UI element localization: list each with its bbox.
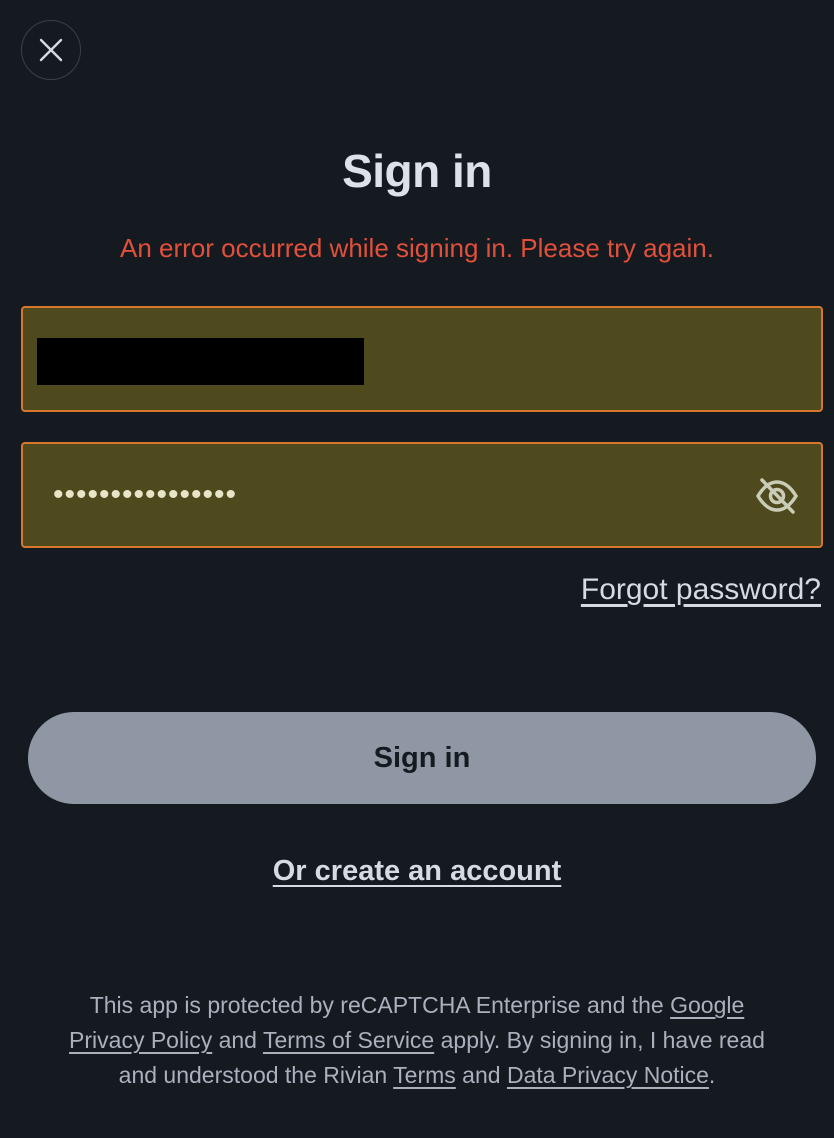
create-account-row: Or create an account	[0, 855, 834, 888]
terms-of-service-link[interactable]: Terms of Service	[263, 1027, 434, 1053]
data-privacy-notice-link[interactable]: Data Privacy Notice	[507, 1062, 709, 1088]
legal-text: .	[708, 1062, 716, 1088]
legal-text: and	[455, 1062, 507, 1088]
page-title: Sign in	[342, 145, 492, 197]
sign-in-button[interactable]: Sign in	[28, 712, 816, 804]
eye-off-icon[interactable]	[755, 476, 799, 516]
close-icon	[39, 38, 63, 62]
close-button[interactable]	[21, 20, 81, 80]
legal-notice: This app is protected by reCAPTCHA Enter…	[60, 988, 774, 1093]
password-field[interactable]: ••••••••••••••••	[21, 442, 823, 548]
error-message: An error occurred while signing in. Plea…	[120, 233, 714, 263]
create-account-link[interactable]: Or create an account	[273, 855, 562, 887]
legal-text: This app is protected by reCAPTCHA Enter…	[89, 992, 671, 1018]
privacy-policy-link[interactable]: Privacy Policy	[69, 1027, 212, 1053]
google-link[interactable]: Google	[670, 992, 744, 1018]
sign-in-screen: Sign in An error occurred while signing …	[0, 0, 834, 1138]
redacted-email-value	[37, 338, 364, 385]
email-field[interactable]	[21, 306, 823, 412]
forgot-password-link[interactable]: Forgot password?	[581, 573, 821, 607]
password-input[interactable]: ••••••••••••••••	[53, 444, 237, 546]
legal-text: and	[212, 1027, 263, 1053]
rivian-terms-link[interactable]: Terms	[393, 1062, 456, 1088]
